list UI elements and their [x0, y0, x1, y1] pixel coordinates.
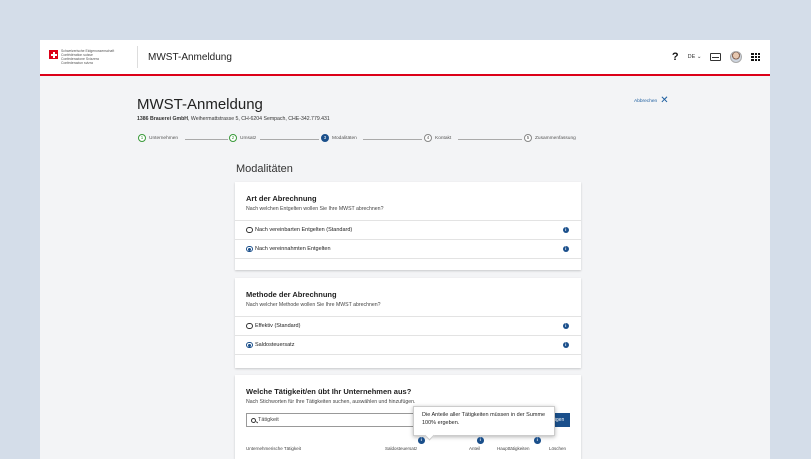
step-kontakt[interactable]: 4 Kontakt [424, 134, 451, 142]
page-title: MWST-Anmeldung [137, 96, 263, 113]
column-header-rate: Saldosteuersatz [385, 446, 418, 451]
option-label: Effektiv (Standard) [255, 323, 301, 329]
chevron-down-icon: ⌄ [696, 54, 702, 60]
card-methode-der-abrechnung: Methode der Abrechnung Nach welcher Meth… [235, 278, 581, 368]
step-label: Unternehmen [149, 135, 179, 141]
cancel-button[interactable]: Abbrechen ✕ [634, 95, 669, 106]
card-subtitle: Nach welcher Methode wollen Sie Ihre MWS… [246, 302, 381, 308]
step-label: Kontakt [435, 135, 452, 141]
progress-stepper: 1 Unternehmen 2 Umsatz 3 Modalitäten 4 K… [137, 134, 670, 144]
language-selector[interactable]: DE ⌄ [688, 54, 702, 60]
option-label: Nach vereinbarten Entgelten (Standard) [255, 227, 353, 233]
confederation-logo[interactable]: Schweizerische Eidgenossenschaft Confédé… [49, 49, 137, 65]
cancel-label: Abbrechen [634, 98, 658, 104]
radio-option-saldosteuersatz[interactable]: Saldosteuersatz i [235, 335, 581, 354]
radio-button-checked[interactable] [246, 245, 253, 253]
top-bar: Schweizerische Eidgenossenschaft Confédé… [40, 40, 770, 76]
step-number: 3 [321, 134, 329, 142]
header-actions: ? DE ⌄ [672, 40, 760, 74]
card-title: Art der Abrechnung [246, 194, 317, 203]
search-placeholder: Tätigkeit [258, 417, 279, 423]
card-subtitle: Nach welchen Entgelten wollen Sie Ihre M… [246, 206, 384, 212]
column-header-main: Haupttätigkeiten [497, 446, 530, 451]
info-icon[interactable]: i [562, 245, 569, 253]
inbox-icon[interactable] [710, 53, 722, 61]
step-label: Zusammenfassung [535, 135, 576, 141]
step-umsatz[interactable]: 2 Umsatz [229, 134, 256, 142]
card-taetigkeiten: Welche Tätigkeit/en übt Ihr Unternehmen … [235, 375, 581, 459]
option-label: Nach vereinnahmten Entgelten [255, 246, 331, 252]
avatar[interactable] [730, 51, 743, 63]
search-icon [251, 417, 256, 423]
help-icon[interactable]: ? [672, 51, 679, 63]
company-address: , Weihermattstrasse 5, CH-6204 Sempach, … [188, 116, 330, 122]
step-connector [185, 138, 228, 140]
step-number: 1 [138, 134, 146, 142]
step-number: 4 [424, 134, 432, 142]
step-label: Umsatz [240, 135, 257, 141]
company-name: 1386 Brauerei GmbH [137, 116, 189, 122]
step-connector [458, 138, 522, 140]
info-icon[interactable]: i [418, 437, 425, 444]
card-footer [235, 258, 581, 268]
card-art-der-abrechnung: Art der Abrechnung Nach welchen Entgelte… [235, 182, 581, 270]
card-footer [235, 354, 581, 364]
app-title: MWST-Anmeldung [148, 51, 232, 63]
info-icon[interactable]: i [562, 322, 569, 330]
radio-button-checked[interactable] [246, 341, 253, 349]
radio-option-vereinbarte[interactable]: Nach vereinbarten Entgelten (Standard) i [235, 220, 581, 239]
option-label: Saldosteuersatz [255, 342, 295, 348]
step-connector [260, 138, 319, 140]
radio-button[interactable] [246, 322, 253, 330]
page-header: MWST-Anmeldung 1386 Brauerei GmbH, Weihe… [137, 96, 330, 122]
info-icon[interactable]: i [562, 226, 569, 234]
step-zusammenfassung[interactable]: 5 Zusammenfassung [524, 134, 576, 142]
radio-button[interactable] [246, 226, 253, 234]
step-number: 2 [229, 134, 237, 142]
info-icon[interactable]: i [534, 437, 541, 444]
close-icon: ✕ [660, 95, 669, 106]
step-number: 5 [524, 134, 532, 142]
card-title: Welche Tätigkeit/en übt Ihr Unternehmen … [246, 387, 412, 396]
logo-line: Confederaziun svizra [61, 61, 93, 65]
radio-option-vereinnahmte[interactable]: Nach vereinnahmten Entgelten i [235, 239, 581, 258]
share-tooltip: Die Anteile aller Tätigkeiten müssen in … [413, 406, 555, 436]
card-subtitle: Nach Stichworten für Ihre Tätigkeiten su… [246, 399, 416, 405]
info-icon[interactable]: i [477, 437, 484, 444]
section-title: Modalitäten [236, 163, 293, 175]
swiss-flag-icon [49, 50, 58, 59]
column-header-delete: Löschen [549, 446, 567, 451]
radio-option-effektiv[interactable]: Effektiv (Standard) i [235, 316, 581, 335]
step-label: Modalitäten [332, 135, 357, 141]
column-header-activity: Unternehmerische Tätigkeit [246, 446, 301, 451]
app-grid-icon[interactable] [751, 52, 760, 62]
column-header-share: Anteil [469, 446, 481, 451]
language-label: DE [687, 54, 696, 60]
app-window: Schweizerische Eidgenossenschaft Confédé… [40, 40, 770, 459]
info-icon[interactable]: i [562, 341, 569, 349]
step-connector [363, 138, 422, 140]
company-info: 1386 Brauerei GmbH, Weihermattstrasse 5,… [137, 116, 330, 122]
logo-text: Schweizerische Eidgenossenschaft Confédé… [61, 49, 114, 65]
card-title: Methode der Abrechnung [246, 290, 337, 299]
activity-search-input[interactable]: Tätigkeit [246, 413, 422, 427]
step-unternehmen[interactable]: 1 Unternehmen [138, 134, 178, 142]
header-divider [137, 46, 138, 68]
step-modalitaeten[interactable]: 3 Modalitäten [321, 134, 357, 142]
